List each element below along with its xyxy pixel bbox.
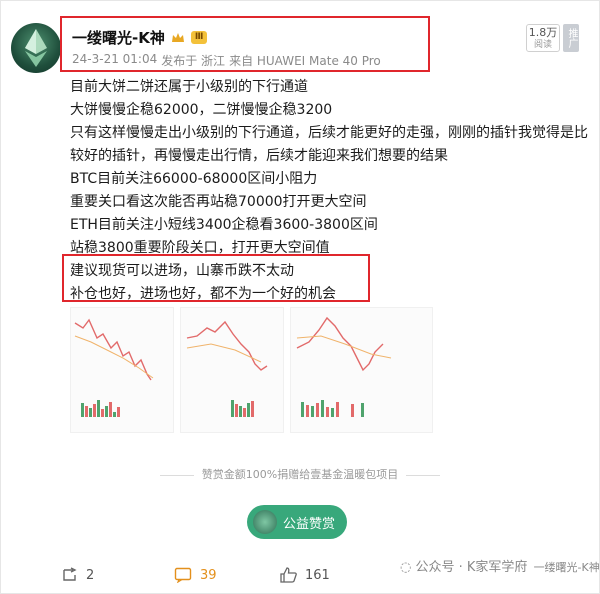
- comment-count: 39: [200, 567, 217, 583]
- promote-button[interactable]: 推广: [563, 24, 579, 52]
- read-label: 阅读: [533, 40, 552, 50]
- repost-icon: [63, 567, 77, 581]
- medal-icon: [253, 510, 277, 534]
- candlestick-chart-icon: [296, 316, 392, 417]
- chart-image-1[interactable]: [70, 307, 174, 433]
- donate-button-label: 公益赞赏: [283, 516, 336, 532]
- donation-notice: 赞赏金额100%捐赠给壹基金温暖包项目: [70, 466, 530, 482]
- divider-right: [405, 474, 440, 476]
- chart-image-3[interactable]: [290, 307, 433, 433]
- body-line: ETH目前关注小短线3400企稳看3600-3800区间: [70, 217, 378, 233]
- thumbs-up-icon: [280, 567, 297, 583]
- read-count: 1.8万: [528, 26, 558, 39]
- comment-icon: [174, 567, 192, 583]
- watermark-text: 公众号 · K家军学府: [415, 560, 528, 575]
- highlight-box-advice: [62, 254, 370, 302]
- candlestick-chart-icon: [186, 320, 268, 417]
- like-button[interactable]: 161: [280, 567, 330, 583]
- chart-image-2[interactable]: [180, 307, 284, 433]
- ethereum-logo-icon: [25, 29, 47, 67]
- wechat-icon: ◌: [400, 560, 412, 575]
- repost-button[interactable]: 2: [62, 567, 94, 583]
- like-count: 161: [305, 567, 330, 583]
- watermark: ◌ 公众号 · K家军学府 一缕曙光-K神: [400, 556, 600, 575]
- highlight-box-author: [60, 16, 430, 72]
- divider-left: [160, 474, 195, 476]
- comment-button[interactable]: 39: [174, 567, 217, 583]
- body-line: BTC目前关注66000-68000区间小阻力: [70, 171, 318, 187]
- donate-button[interactable]: 公益赞赏: [247, 505, 347, 539]
- chart-images: [70, 307, 433, 433]
- body-line: 只有这样慢慢走出小级别的下行通道，后续才能更好的走强，刚刚的插针我觉得是比较好的…: [70, 125, 588, 164]
- read-count-box: 1.8万 阅读: [526, 24, 560, 52]
- body-line: 重要关口看这次能否再站稳70000打开更大空间: [70, 194, 367, 210]
- body-line: 目前大饼二饼还属于小级别的下行通道: [70, 79, 308, 95]
- donation-notice-text: 赞赏金额100%捐赠给壹基金温暖包项目: [201, 468, 399, 481]
- body-line: 大饼慢慢企稳62000，二饼慢慢企稳3200: [70, 102, 333, 118]
- author-avatar[interactable]: [11, 23, 61, 73]
- candlestick-chart-icon: [74, 318, 154, 417]
- watermark-sub: 一缕曙光-K神: [533, 561, 600, 574]
- repost-count: 2: [86, 567, 95, 583]
